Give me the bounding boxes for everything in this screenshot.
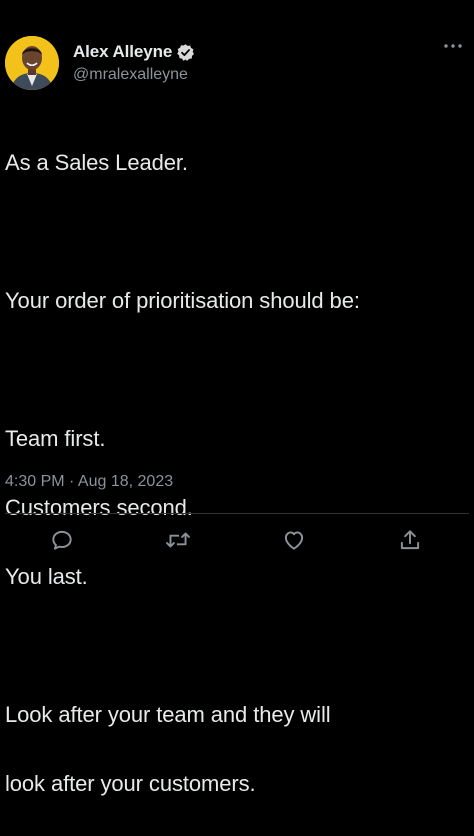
tweet-text-line: Customers second.: [5, 494, 193, 520]
tweet-text-line: [5, 629, 471, 664]
avatar-image: [5, 36, 59, 90]
tweet-timestamp[interactable]: 4:30 PM · Aug 18, 2023: [5, 473, 173, 491]
tweet-text-line: look after your customers.: [5, 770, 256, 796]
reply-icon: [52, 530, 72, 550]
retweet-icon: [166, 532, 190, 548]
tweet-text-line: Team first.: [5, 425, 106, 451]
heart-icon: [284, 531, 304, 550]
tweet-text-line: As a Sales Leader.: [5, 149, 188, 175]
divider: [5, 513, 469, 514]
verified-badge-icon: [176, 43, 195, 62]
tweet-text-line: [5, 215, 471, 250]
retweet-button[interactable]: [163, 525, 193, 555]
tweet-text-line: Your order of prioritisation should be:: [5, 287, 360, 313]
reply-button[interactable]: [47, 525, 77, 555]
like-button[interactable]: [279, 525, 309, 555]
share-icon: [400, 530, 420, 550]
avatar[interactable]: [5, 36, 59, 90]
tweet-text-line: [5, 353, 471, 388]
share-button[interactable]: [395, 525, 425, 555]
author-handle[interactable]: @mralexalleyne: [73, 66, 188, 84]
author-name-row[interactable]: Alex Alleyne: [73, 40, 195, 64]
tweet-actions-bar: [0, 525, 474, 557]
more-horizontal-icon[interactable]: [442, 38, 464, 54]
tweet-text-line: You last.: [5, 563, 88, 589]
author-display-name[interactable]: Alex Alleyne: [73, 42, 172, 62]
tweet-header: Alex Alleyne @mralexalleyne: [0, 0, 474, 100]
tweet-text-line: Look after your team and they will: [5, 701, 331, 727]
